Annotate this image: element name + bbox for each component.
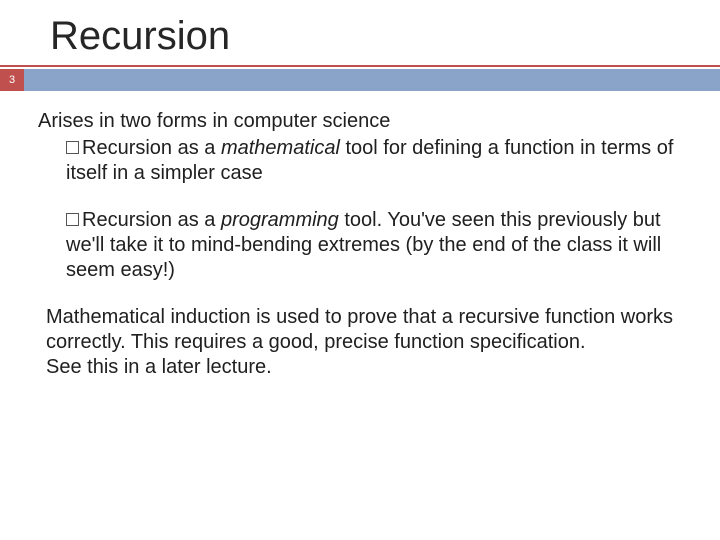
page-number: 3 (0, 69, 24, 91)
header-band: 3 (0, 69, 720, 91)
list-item: Recursion as a mathematical tool for def… (66, 136, 674, 186)
list-item: Recursion as a programming tool. You've … (66, 208, 674, 283)
slide: Recursion 3 Arises in two forms in compu… (0, 0, 720, 540)
closing-paragraph: Mathematical induction is used to prove … (46, 305, 674, 380)
slide-title: Recursion (0, 0, 720, 65)
bullet-text-emphasis: mathematical (221, 137, 340, 159)
content-area: Arises in two forms in computer science … (0, 91, 720, 380)
bullet-text-prefix: Recursion as a (82, 209, 221, 231)
header-band-fill (24, 69, 720, 91)
intro-line: Arises in two forms in computer science (38, 109, 674, 134)
checkbox-icon (66, 213, 79, 226)
title-underline (0, 65, 720, 67)
bullet-text-prefix: Recursion as a (82, 137, 221, 159)
bullet-list: Recursion as a mathematical tool for def… (66, 136, 674, 283)
closing-line-1: Mathematical induction is used to prove … (46, 305, 674, 355)
checkbox-icon (66, 141, 79, 154)
bullet-text-emphasis: programming (221, 209, 339, 231)
closing-line-2: See this in a later lecture. (46, 355, 674, 380)
